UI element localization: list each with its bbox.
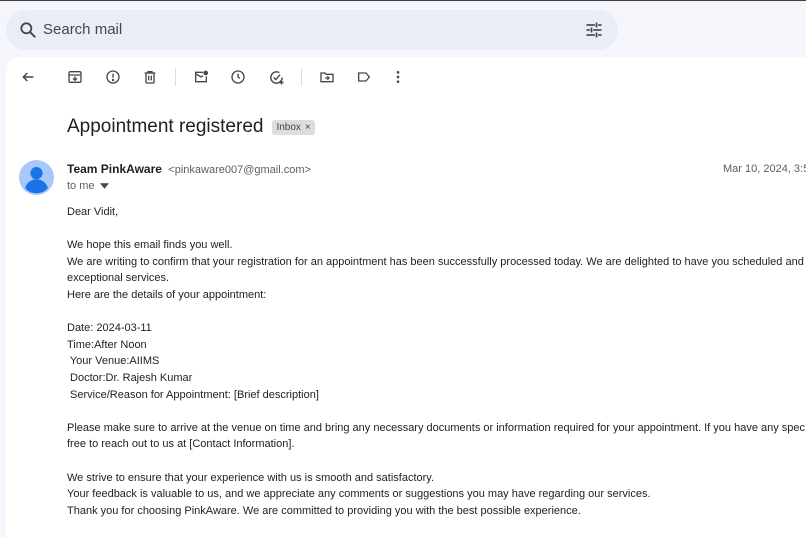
body-line: exceptional services. bbox=[67, 272, 170, 285]
recipient-text: to me bbox=[67, 180, 95, 192]
body-line: free to reach out to us at [Contact Info… bbox=[67, 438, 295, 451]
email-subject: Appointment registered bbox=[67, 116, 264, 137]
clock-icon[interactable] bbox=[228, 67, 248, 87]
arrow-back-icon[interactable] bbox=[18, 67, 38, 87]
report-spam-icon[interactable] bbox=[103, 67, 123, 87]
label-icon[interactable] bbox=[354, 67, 374, 87]
label-badge-text: Inbox bbox=[276, 121, 301, 133]
body-line: We strive to ensure that your experience… bbox=[67, 471, 435, 484]
trash-icon[interactable] bbox=[140, 67, 160, 87]
search-icon[interactable] bbox=[18, 20, 38, 45]
body-line bbox=[67, 221, 805, 238]
body-line: Thank you for choosing PinkAware. We are… bbox=[67, 504, 581, 517]
archive-icon[interactable] bbox=[65, 67, 85, 87]
sender-email: <pinkaware007@gmail.com> bbox=[168, 164, 311, 176]
remove-label-button[interactable]: × bbox=[305, 122, 311, 133]
message-panel: Appointment registered Inbox × Team Pink… bbox=[6, 57, 806, 537]
message-toolbar bbox=[6, 57, 806, 97]
chevron-down-icon[interactable] bbox=[99, 180, 109, 192]
body-line: Your Venue:AIIMS bbox=[67, 355, 160, 368]
body-line: Here are the details of your appointment… bbox=[67, 288, 267, 301]
body-line: We are writing to confirm that your regi… bbox=[67, 255, 804, 268]
body-line: Service/Reason for Appointment: [Brief d… bbox=[67, 388, 319, 401]
email-body: Dear Vidit, We hope this email finds you… bbox=[67, 204, 805, 519]
body-line: Dear Vidit, bbox=[67, 206, 119, 218]
body-line bbox=[67, 453, 805, 470]
email-date: Mar 10, 2024, 3:53 bbox=[723, 163, 806, 175]
toolbar-divider bbox=[301, 68, 302, 86]
search-bar[interactable]: Search mail bbox=[6, 10, 618, 50]
inbox-label-badge[interactable]: Inbox × bbox=[272, 119, 315, 135]
move-to-folder-icon[interactable] bbox=[317, 67, 337, 87]
body-line: Doctor:Dr. Rajesh Kumar bbox=[67, 371, 193, 384]
sender-info: Team PinkAware <pinkaware007@gmail.com> bbox=[67, 162, 311, 176]
body-line: Please make sure to arrive at the venue … bbox=[67, 421, 806, 434]
more-vert-icon[interactable] bbox=[388, 67, 408, 87]
sender-name[interactable]: Team PinkAware bbox=[67, 162, 162, 176]
avatar[interactable] bbox=[19, 160, 54, 200]
top-bar: Search mail bbox=[0, 0, 806, 57]
body-line: Your feedback is valuable to us, and we … bbox=[67, 488, 651, 501]
add-task-icon[interactable] bbox=[266, 67, 286, 87]
mark-unread-icon[interactable] bbox=[191, 67, 211, 87]
search-input[interactable]: Search mail bbox=[43, 21, 122, 38]
subject-row: Appointment registered Inbox × bbox=[67, 115, 315, 139]
body-line: We hope this email finds you well. bbox=[67, 239, 233, 252]
toolbar-divider bbox=[175, 68, 176, 86]
body-line: Date: 2024-03-11 bbox=[67, 322, 152, 335]
body-line: Time:After Noon bbox=[67, 338, 147, 351]
recipient-row[interactable]: to me bbox=[67, 180, 109, 192]
tune-icon[interactable] bbox=[584, 20, 604, 45]
body-line bbox=[67, 403, 805, 420]
body-line bbox=[67, 304, 805, 321]
